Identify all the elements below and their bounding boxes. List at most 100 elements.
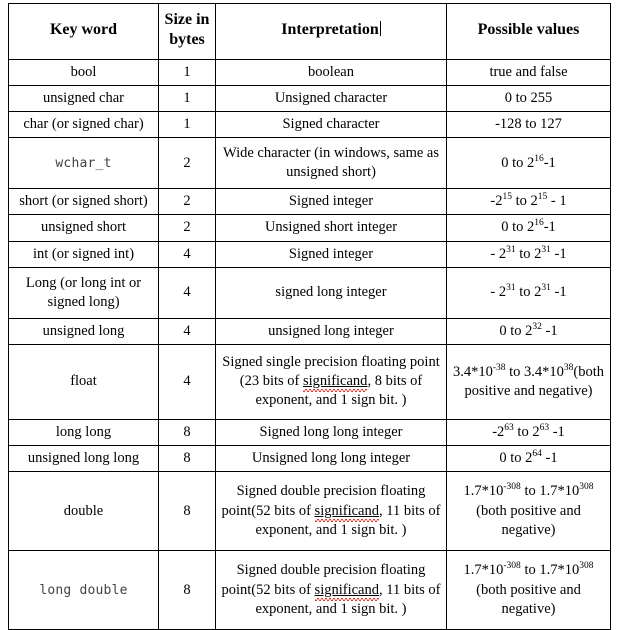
- cell-size: 4: [158, 317, 216, 345]
- text-caret: [379, 21, 381, 37]
- values-tail: -1: [550, 245, 567, 262]
- cell-values: -215 to 215 - 1: [446, 188, 611, 216]
- values-exponent-high: 63: [539, 422, 550, 433]
- values-text: 0 to 216-1: [501, 218, 556, 236]
- size-value: 8: [183, 449, 191, 466]
- values-exponent-low: 31: [506, 244, 516, 255]
- values-text: -128 to 127: [495, 116, 562, 133]
- values-tail: -1: [543, 154, 556, 171]
- values-base-high: to 2: [515, 284, 542, 301]
- column-header-interpretation-label: Interpretation: [281, 21, 379, 39]
- size-value: 2: [183, 154, 191, 171]
- cell-size: 4: [158, 266, 216, 319]
- cell-size: 8: [158, 418, 216, 446]
- column-header-size-line1: Size in: [164, 11, 210, 28]
- cell-keyword: bool: [8, 58, 159, 87]
- size-value: 1: [183, 90, 191, 107]
- spellcheck-word: significand: [314, 581, 379, 598]
- table-row: unsigned long 4 unsigned long integer 0 …: [8, 317, 611, 345]
- cell-size: 1: [158, 111, 216, 139]
- table-row: char (or signed char) 1 Signed character…: [8, 111, 611, 139]
- size-value: 8: [183, 423, 191, 440]
- cell-values: 1.7*10-308 to 1.7*10308 (both positive an…: [446, 550, 611, 630]
- column-header-interpretation: Interpretation: [215, 3, 447, 60]
- cell-values: 3.4*10-38 to 3.4*1038(both positive and …: [446, 343, 611, 420]
- values-exponent-high: 38: [563, 362, 574, 373]
- cell-keyword: long long: [8, 418, 159, 446]
- cell-size: 4: [158, 240, 216, 268]
- cell-keyword: unsigned long: [8, 317, 159, 345]
- column-header-size-in-bytes: Size in bytes: [158, 3, 216, 60]
- values-tail: -1: [541, 449, 558, 466]
- cell-values: - 231 to 231 -1: [446, 266, 611, 319]
- values-exponent: 32: [532, 321, 542, 332]
- values-base-low: -2: [492, 423, 505, 440]
- cell-size: 8: [158, 471, 216, 552]
- values-text: 1.7*10-308 to 1.7*10308 (both positive an…: [463, 561, 594, 617]
- values-exponent-low: -308: [503, 561, 521, 572]
- values-text: 0 to 264 -1: [499, 449, 558, 466]
- cell-values: -263 to 263 -1: [446, 418, 611, 446]
- size-value: 2: [183, 193, 191, 210]
- values-exponent-high: 31: [541, 244, 551, 255]
- cell-values: 0 to 232 -1: [446, 317, 611, 345]
- values-text: 3.4*10-38 to 3.4*1038(both positive and …: [453, 362, 604, 399]
- values-base-high: to 2: [513, 423, 540, 440]
- values-base-high: to 3.4*10: [505, 363, 564, 380]
- keyword-label: unsigned short: [41, 219, 126, 236]
- table-row: double 8 Signed double precision floatin…: [8, 471, 611, 552]
- cell-size: 4: [158, 343, 216, 420]
- keyword-label: short (or signed short): [19, 193, 148, 210]
- table-row: long long 8 Signed long long integer -2 6…: [8, 418, 611, 446]
- cell-interpretation: Unsigned character: [215, 85, 447, 113]
- keyword-label: unsigned char: [43, 90, 124, 107]
- values-text: true and false: [489, 63, 568, 80]
- cell-keyword: double: [8, 471, 159, 552]
- cell-interpretation: Unsigned long long integer: [215, 444, 447, 473]
- cell-interpretation: Signed long long integer: [215, 418, 447, 446]
- values-tail: (both positive and negative): [476, 502, 581, 538]
- spellcheck-word: significand: [303, 373, 368, 390]
- cell-keyword: char (or signed char): [8, 111, 159, 139]
- data-types-table: Key word Size in bytes Interpretation Po…: [8, 3, 611, 630]
- size-value: 4: [183, 284, 191, 301]
- interpretation-text: unsigned long integer: [268, 322, 394, 339]
- cell-values: -128 to 127: [446, 111, 611, 139]
- cell-interpretation: signed long integer: [215, 266, 447, 319]
- table-row: unsigned short 2 Unsigned short integer …: [8, 214, 611, 242]
- cell-interpretation: Signed double precision floating point(5…: [215, 471, 447, 552]
- values-tail: - 1: [547, 193, 567, 210]
- size-value: 4: [183, 245, 191, 262]
- values-exponent: 16: [534, 218, 544, 229]
- size-value: 2: [183, 219, 191, 236]
- values-tail: (both positive and negative): [476, 581, 581, 617]
- values-base: 0 to 2: [499, 449, 533, 466]
- keyword-label: Long (or long int or signed long): [25, 274, 142, 310]
- table-row: float 4 Signed single precision floating…: [8, 343, 611, 420]
- interpretation-text: Signed integer: [288, 193, 374, 210]
- values-base-low: 1.7*10: [463, 562, 504, 579]
- cell-size: 2: [158, 137, 216, 190]
- keyword-label: int (or signed int): [32, 245, 135, 262]
- values-text: -215 to 215 - 1: [490, 193, 567, 210]
- cell-values: 0 to 264 -1: [446, 444, 611, 473]
- cell-size: 2: [158, 214, 216, 242]
- interpretation-text: Unsigned long long integer: [251, 449, 411, 466]
- cell-size: 1: [158, 85, 216, 113]
- cell-size: 1: [158, 58, 216, 87]
- cell-values: true and false: [446, 58, 611, 87]
- cell-keyword: Long (or long int or signed long): [8, 266, 159, 319]
- keyword-label: double: [63, 502, 104, 519]
- column-header-possible-values-label: Possible values: [477, 21, 580, 39]
- values-text: 0 to 232 -1: [499, 321, 557, 339]
- cell-size: 8: [158, 444, 216, 473]
- values-tail: -1: [543, 219, 556, 236]
- cell-interpretation: Signed integer: [215, 188, 447, 216]
- table-row: short (or signed short) 2 Signed integer…: [8, 188, 611, 216]
- keyword-label: unsigned long long: [27, 449, 140, 466]
- table-header: Key word Size in bytes Interpretation Po…: [8, 3, 611, 60]
- column-header-size-line2: bytes: [169, 31, 205, 49]
- keyword-label: bool: [70, 63, 97, 80]
- values-base-low: - 2: [490, 284, 507, 301]
- cell-keyword: short (or signed short): [8, 188, 159, 216]
